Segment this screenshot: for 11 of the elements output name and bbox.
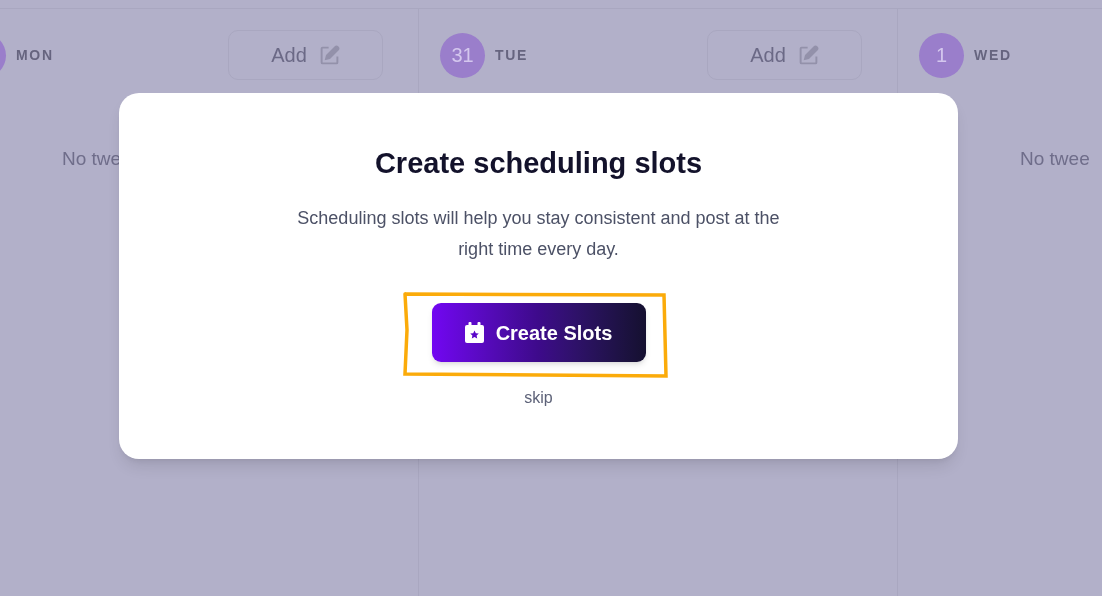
skip-link[interactable]: skip [524, 386, 553, 410]
day-label: TUE [495, 45, 529, 65]
empty-message: No twee [1020, 148, 1090, 169]
day-label: MON [16, 45, 54, 65]
edit-icon [797, 44, 819, 66]
empty-message: No twe [62, 148, 122, 169]
day-label: WED [974, 45, 1012, 65]
edit-icon [318, 44, 340, 66]
dialog-title: Create scheduling slots [374, 146, 703, 181]
create-slots-button[interactable]: Create Slots [431, 303, 646, 362]
dialog-description: Scheduling slots will help you stay consistent and post at the right time every day. [296, 207, 781, 261]
